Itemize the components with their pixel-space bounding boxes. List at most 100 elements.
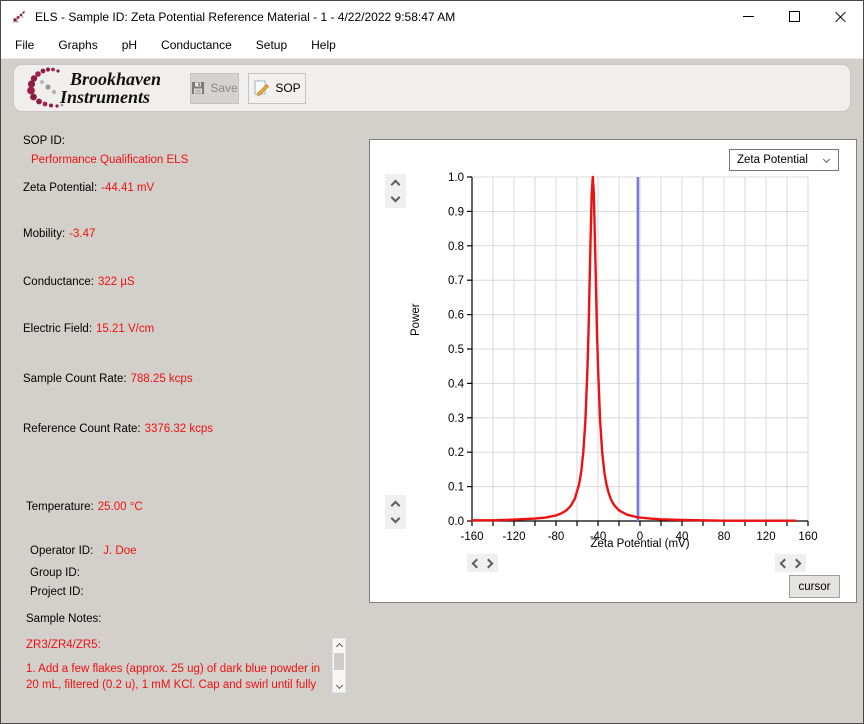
plot-svg: -160-120-80-40040801201600.00.10.20.30.4… (430, 170, 838, 560)
y-tick-label: 0.0 (448, 516, 464, 528)
chevron-left-icon (779, 558, 789, 568)
x-pan-left-control[interactable] (467, 554, 498, 572)
group-id-field: Group ID: (30, 567, 84, 579)
menu-file[interactable]: File (3, 38, 46, 52)
menu-ph[interactable]: pH (110, 38, 149, 52)
y-scale-spinner-bottom[interactable] (385, 495, 406, 529)
window-title: ELS - Sample ID: Zeta Potential Referenc… (35, 10, 455, 24)
cursor-button[interactable]: cursor (789, 575, 840, 598)
mobility-label: Mobility: (23, 228, 65, 240)
x-pan-right-control[interactable] (775, 554, 806, 572)
window-controls (725, 1, 863, 32)
temperature-field: Temperature: 25.00 °C (26, 501, 143, 513)
reference-count-rate-field: Reference Count Rate: 3376.32 kcps (23, 423, 213, 435)
sop-button-label: SOP (275, 81, 300, 95)
conductance-value: 322 µS (98, 276, 135, 288)
reference-count-rate-value: 3376.32 kcps (145, 423, 213, 435)
project-id-label: Project ID: (30, 586, 84, 598)
operator-id-label: Operator ID: (30, 545, 93, 557)
electric-field-field: Electric Field: 15.21 V/cm (23, 323, 154, 335)
y-tick-label: 1.0 (448, 172, 464, 184)
chevron-down-icon (823, 155, 830, 162)
brand-line2: Instruments (60, 87, 150, 108)
project-id-field: Project ID: (30, 586, 88, 598)
els-app-window: ELS - Sample ID: Zeta Potential Referenc… (0, 0, 864, 724)
menu-help[interactable]: Help (299, 38, 348, 52)
plot-area: -160-120-80-40040801201600.00.10.20.30.4… (430, 170, 838, 560)
y-tick-label: 0.2 (448, 447, 464, 459)
toolbar: Brookhaven Instruments Save SOP (13, 64, 851, 112)
y-tick-label: 0.4 (448, 378, 465, 390)
title-bar: ELS - Sample ID: Zeta Potential Referenc… (1, 1, 863, 32)
y-tick-label: 0.9 (448, 206, 464, 218)
notes-scroll-down-button[interactable] (333, 678, 345, 692)
electric-field-label: Electric Field: (23, 323, 92, 335)
zeta-potential-label: Zeta Potential: (23, 182, 97, 194)
menu-setup[interactable]: Setup (244, 38, 299, 52)
y-tick-label: 0.8 (448, 241, 464, 253)
chevron-up-icon (391, 500, 401, 510)
x-tick-label: 160 (798, 531, 817, 543)
save-button-label: Save (210, 81, 237, 95)
mobility-field: Mobility: -3.47 (23, 228, 95, 240)
y-tick-label: 0.3 (448, 413, 464, 425)
sample-count-rate-field: Sample Count Rate: 788.25 kcps (23, 373, 193, 385)
chevron-left-icon (471, 558, 481, 568)
mobility-value: -3.47 (69, 228, 95, 240)
chevron-up-icon (391, 179, 401, 189)
save-floppy-icon (191, 81, 205, 95)
maximize-button[interactable] (771, 1, 817, 32)
maximize-icon (789, 11, 800, 22)
y-tick-label: 0.1 (448, 482, 464, 494)
sample-notes-label: Sample Notes: (26, 613, 101, 625)
sample-count-rate-label: Sample Count Rate: (23, 373, 127, 385)
close-icon (835, 11, 846, 22)
save-button[interactable]: Save (190, 73, 239, 104)
menu-conductance[interactable]: Conductance (149, 38, 244, 52)
menu-graphs[interactable]: Graphs (46, 38, 109, 52)
y-scale-spinner-top[interactable] (385, 174, 406, 208)
reference-count-rate-label: Reference Count Rate: (23, 423, 141, 435)
sop-button[interactable]: SOP (248, 73, 306, 104)
chevron-down-icon (335, 681, 342, 688)
y-axis-title: Power (410, 303, 422, 336)
graph-type-selected-value: Zeta Potential (737, 154, 808, 166)
operator-id-field: Operator ID: J. Doe (30, 545, 137, 557)
zeta-potential-field: Zeta Potential: -44.41 mV (23, 182, 154, 194)
operator-id-value: J. Doe (103, 545, 136, 557)
cursor-button-label: cursor (799, 581, 831, 593)
notes-scrollbar-thumb[interactable] (334, 653, 344, 670)
chevron-up-icon (335, 642, 342, 649)
sop-id-value: Performance Qualification ELS (31, 154, 188, 166)
y-tick-label: 0.7 (448, 275, 464, 287)
chevron-right-icon (484, 558, 494, 568)
graph-type-select[interactable]: Zeta Potential (729, 149, 839, 171)
sop-pencil-document-icon (253, 80, 270, 96)
minimize-icon (743, 16, 754, 17)
zeta-potential-value: -44.41 mV (101, 182, 154, 194)
conductance-label: Conductance: (23, 276, 94, 288)
brookhaven-logo: Brookhaven Instruments (24, 66, 182, 110)
x-axis-title: Zeta Potential (mV) (520, 538, 760, 550)
sample-notes-body: 1. Add a few flakes (approx. 25 ug) of d… (26, 661, 326, 694)
menu-bar: File Graphs pH Conductance Setup Help (1, 32, 863, 59)
y-tick-label: 0.5 (448, 344, 464, 356)
notes-scrollbar[interactable] (332, 638, 346, 693)
group-id-label: Group ID: (30, 567, 80, 579)
sample-count-rate-value: 788.25 kcps (131, 373, 193, 385)
temperature-label: Temperature: (26, 501, 94, 513)
close-button[interactable] (817, 1, 863, 32)
chevron-down-icon (391, 514, 401, 524)
graph-panel: Zeta Potential -160-120-80-4004080120160… (369, 139, 857, 603)
app-logo-icon (10, 8, 28, 26)
sop-id-label: SOP ID: (23, 135, 65, 147)
electric-field-value: 15.21 V/cm (96, 323, 154, 335)
minimize-button[interactable] (725, 1, 771, 32)
x-tick-label: -160 (460, 531, 483, 543)
conductance-field: Conductance: 322 µS (23, 276, 135, 288)
y-tick-label: 0.6 (448, 310, 464, 322)
notes-scroll-up-button[interactable] (333, 639, 345, 653)
chevron-down-icon (391, 193, 401, 203)
chevron-right-icon (792, 558, 802, 568)
temperature-value: 25.00 °C (98, 501, 143, 513)
